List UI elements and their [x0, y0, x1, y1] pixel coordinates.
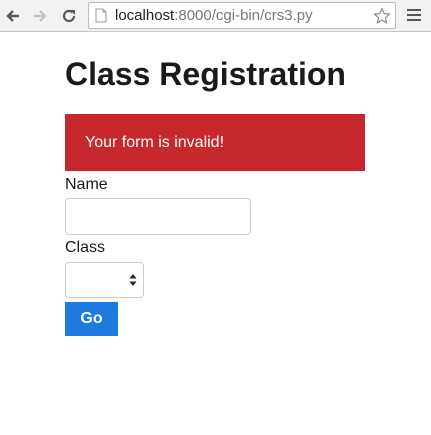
reload-button[interactable] [59, 6, 79, 26]
back-button[interactable] [3, 6, 23, 26]
page-title: Class Registration [65, 56, 346, 92]
browser-menu-button[interactable] [404, 7, 424, 25]
error-alert-message: Your form is invalid! [85, 134, 225, 151]
star-icon [373, 7, 391, 24]
name-input[interactable] [65, 198, 251, 235]
class-label: Class [65, 239, 106, 256]
reload-icon [62, 9, 76, 23]
page-icon [95, 8, 107, 23]
name-label: Name [65, 176, 108, 193]
arrow-right-icon [34, 10, 47, 22]
url-text: localhost:8000/cgi-bin/crs3.py [115, 7, 313, 25]
url-path: :8000/cgi-bin/crs3.py [174, 7, 313, 24]
class-select[interactable] [65, 262, 144, 298]
select-arrows-icon [129, 274, 137, 286]
hamburger-menu-icon [404, 9, 424, 21]
error-alert: Your form is invalid! [65, 114, 365, 171]
bookmark-button[interactable] [371, 5, 393, 27]
address-bar[interactable]: localhost:8000/cgi-bin/crs3.py [88, 2, 396, 29]
arrow-left-icon [6, 10, 19, 22]
go-button[interactable]: Go [65, 302, 118, 336]
browser-toolbar: localhost:8000/cgi-bin/crs3.py [0, 0, 431, 32]
url-host: localhost [115, 7, 175, 24]
forward-button[interactable] [30, 6, 50, 26]
